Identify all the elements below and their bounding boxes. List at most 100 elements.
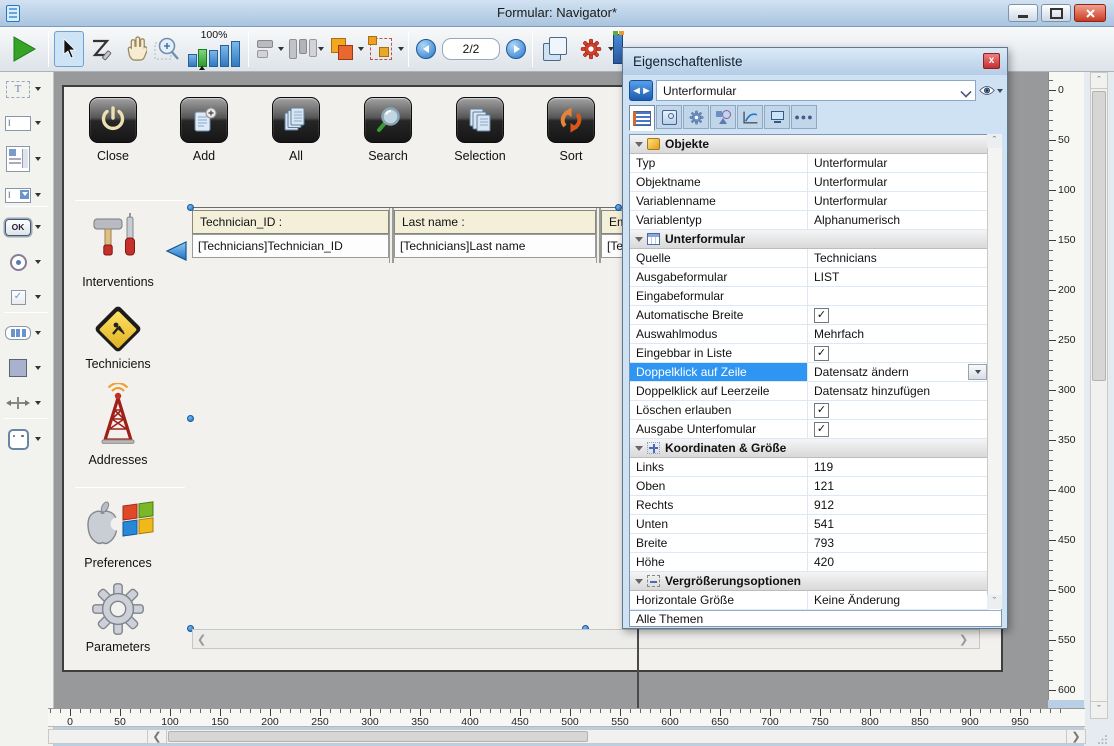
panel-footer[interactable]: Alle Themen — [629, 610, 1002, 627]
guide-line[interactable] — [637, 629, 639, 708]
zoom-bars[interactable] — [188, 41, 242, 67]
panel-tab-display[interactable] — [764, 105, 790, 129]
property-label[interactable]: Ausgabe Unterfomular — [630, 420, 808, 438]
close-button[interactable] — [1074, 4, 1106, 22]
panel-close-button[interactable]: x — [983, 53, 1000, 69]
property-label[interactable]: Automatische Breite — [630, 306, 808, 324]
dropdown-button[interactable] — [968, 364, 987, 380]
selection-mode-button[interactable] — [368, 35, 394, 63]
property-value[interactable]: ✓ — [808, 401, 988, 419]
panel-tab-shapes[interactable] — [710, 105, 736, 129]
dropdown-arrow-icon[interactable] — [35, 401, 41, 405]
windows-button[interactable] — [540, 33, 570, 65]
form-button-close[interactable] — [89, 97, 137, 143]
tool-toolbar[interactable] — [5, 320, 49, 346]
chevron-down-icon[interactable] — [961, 87, 971, 97]
property-label[interactable]: Breite — [630, 534, 808, 552]
subform-hscrollbar[interactable]: ❮ ❯ — [192, 629, 980, 649]
horizontal-scrollbar[interactable]: ❮ ❯ — [48, 729, 1085, 744]
tool-edit-field[interactable]: I — [5, 110, 49, 136]
tool-combo-box[interactable]: I — [5, 182, 49, 208]
nav-item-interventions[interactable] — [83, 208, 153, 270]
property-label[interactable]: Variablentyp — [630, 211, 808, 229]
checkbox-checked-icon[interactable]: ✓ — [814, 346, 829, 361]
property-value[interactable]: Unterformular — [808, 192, 988, 210]
scroll-right-icon[interactable]: ❯ — [959, 633, 968, 646]
form-button-sort[interactable] — [547, 97, 595, 143]
object-selector[interactable]: Unterformular — [656, 80, 976, 101]
nav-item-techniciens[interactable] — [91, 301, 145, 357]
eye-button[interactable] — [979, 80, 1003, 101]
settings-button[interactable] — [578, 35, 604, 63]
pan-tool-button[interactable] — [120, 33, 150, 65]
previous-page-button[interactable] — [416, 39, 436, 59]
property-label[interactable]: Unten — [630, 515, 808, 533]
select-tool-button[interactable] — [54, 31, 84, 67]
dropdown-arrow-icon[interactable] — [35, 437, 41, 441]
dropdown-arrow-icon[interactable] — [35, 87, 41, 91]
form-button-search[interactable] — [364, 97, 412, 143]
dropdown-arrow-icon[interactable] — [35, 225, 41, 229]
dropdown-arrow-icon[interactable] — [997, 89, 1003, 93]
property-label[interactable]: Objektname — [630, 173, 808, 191]
align-tool-button[interactable] — [254, 37, 276, 61]
property-group-header[interactable]: Vergrößerungsoptionen — [630, 572, 988, 591]
scroll-down-icon[interactable]: ˇ — [1090, 701, 1108, 719]
tab-order-tool-button[interactable] — [88, 33, 116, 65]
dropdown-arrow-icon[interactable] — [35, 193, 41, 197]
dropdown-arrow-icon[interactable] — [35, 157, 41, 161]
arrange-tool-button[interactable] — [328, 35, 356, 63]
checkbox-checked-icon[interactable]: ✓ — [814, 403, 829, 418]
zoom-level-widget[interactable]: 100% — [186, 29, 242, 69]
panel-tab-settings[interactable] — [683, 105, 709, 129]
property-value[interactable]: Keine Änderung — [808, 591, 988, 609]
property-label[interactable]: Oben — [630, 477, 808, 495]
selection-dropdown-arrow-icon[interactable] — [398, 47, 404, 51]
property-value[interactable]: 420 — [808, 553, 988, 571]
align-dropdown-arrow-icon[interactable] — [278, 47, 284, 51]
property-label[interactable]: Ausgabeformular — [630, 268, 808, 286]
collapse-arrow-icon[interactable] — [635, 579, 643, 584]
property-value[interactable]: Datensatz hinzufügen — [808, 382, 988, 400]
selection-handle[interactable] — [187, 204, 194, 211]
form-button-all[interactable] — [272, 97, 320, 143]
scroll-left-icon[interactable]: ❮ — [197, 633, 206, 646]
tool-rectangle[interactable] — [5, 355, 49, 381]
tool-radio-button[interactable] — [5, 249, 49, 275]
selection-handle[interactable] — [615, 204, 622, 211]
checkbox-checked-icon[interactable]: ✓ — [814, 422, 829, 437]
horizontal-scrollbar-thumb[interactable] — [168, 731, 588, 742]
resize-grip[interactable] — [1090, 729, 1108, 744]
title-bar[interactable]: Formular: Navigator* — [0, 0, 1114, 27]
dropdown-arrow-icon[interactable] — [35, 366, 41, 370]
arrange-dropdown-arrow-icon[interactable] — [358, 47, 364, 51]
property-label[interactable]: Eingebbar in Liste — [630, 344, 808, 362]
tool-list-box[interactable] — [5, 144, 49, 174]
property-group-header[interactable]: Objekte — [630, 135, 988, 154]
property-label[interactable]: Doppelklick auf Zeile — [630, 363, 808, 381]
nav-item-preferences[interactable] — [81, 496, 155, 554]
properties-panel[interactable]: Eigenschaftenliste x ◄► Unterformular ●●… — [622, 47, 1008, 629]
table-field-cell[interactable]: [Technicians]Technician_ID — [192, 234, 389, 258]
run-button[interactable] — [8, 33, 40, 65]
collapse-arrow-icon[interactable] — [635, 142, 643, 147]
scroll-right-icon[interactable]: ❯ — [1066, 729, 1086, 744]
tool-static-text[interactable]: T — [5, 76, 49, 102]
table-column-header[interactable]: Technician_ID : — [192, 210, 389, 234]
nav-item-addresses[interactable] — [93, 381, 143, 451]
property-value[interactable]: LIST — [808, 268, 988, 286]
property-value[interactable]: 121 — [808, 477, 988, 495]
property-label[interactable]: Typ — [630, 154, 808, 172]
dropdown-arrow-icon[interactable] — [35, 295, 41, 299]
page-indicator[interactable]: 2/2 — [442, 38, 500, 60]
distribute-tool-button[interactable] — [290, 35, 316, 63]
property-value[interactable] — [808, 287, 988, 305]
next-page-button[interactable] — [506, 39, 526, 59]
property-value[interactable]: Mehrfach — [808, 325, 988, 343]
grid-scrollbar[interactable]: ˆ ˇ — [987, 134, 1002, 609]
property-value[interactable]: ✓ — [808, 306, 988, 324]
panel-tab-details[interactable] — [656, 105, 682, 129]
property-value[interactable]: Technicians — [808, 249, 988, 267]
vertical-scrollbar[interactable]: ˆ ˇ — [1090, 72, 1108, 718]
vertical-scrollbar-thumb[interactable] — [1092, 91, 1106, 381]
